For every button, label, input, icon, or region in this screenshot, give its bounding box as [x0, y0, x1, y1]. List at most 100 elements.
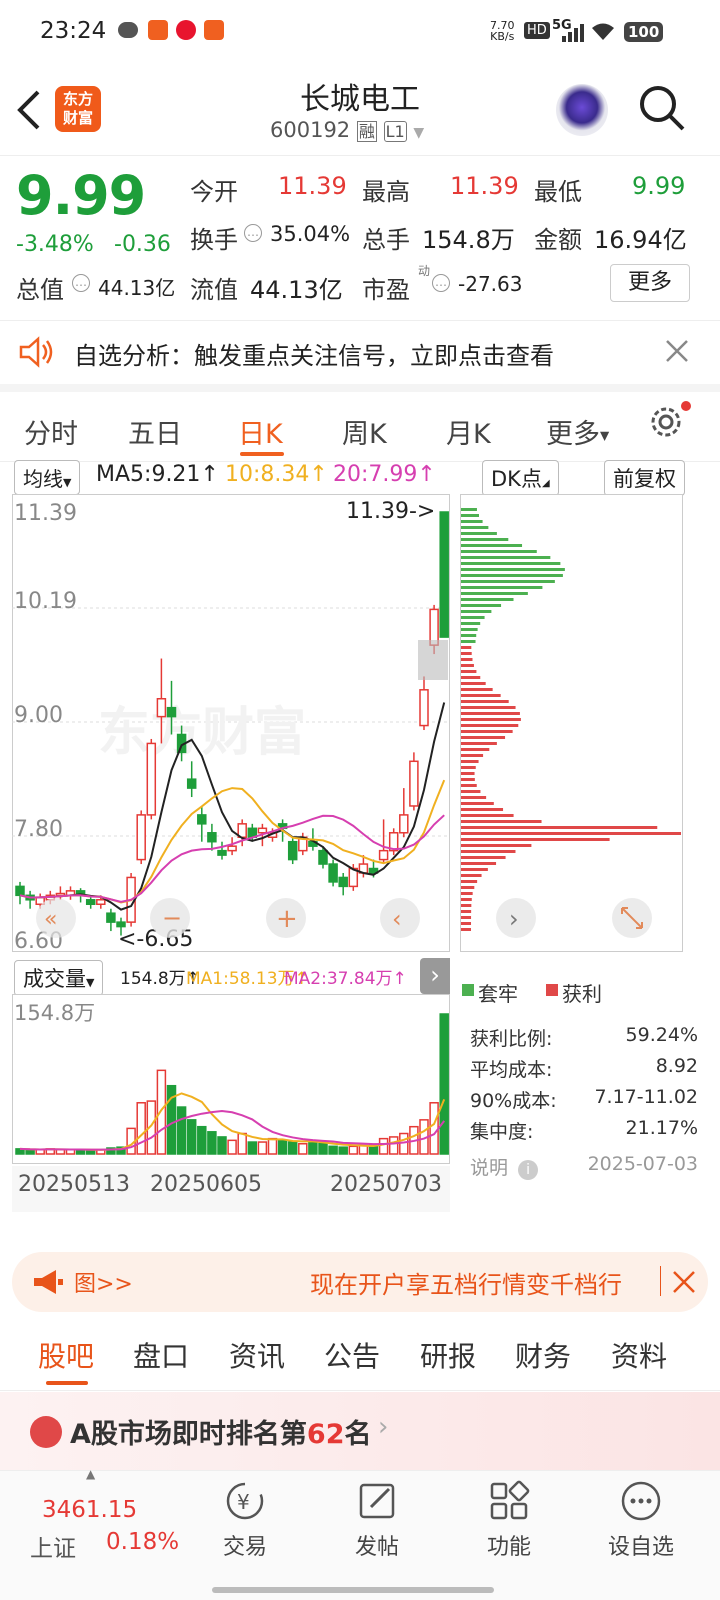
chip-bar — [461, 760, 479, 763]
volume-bar — [338, 1146, 348, 1155]
chip-bar — [461, 700, 509, 703]
chip-bar — [461, 778, 475, 781]
chip-bar — [461, 676, 481, 679]
chip-bar — [461, 772, 475, 775]
quote-panel: 9.99 -3.48% -0.36 今开 11.39 最高 11.39 最低 9… — [0, 156, 720, 321]
indicator-select[interactable]: 成交量▼ — [14, 960, 104, 996]
volume-bar — [207, 1131, 217, 1155]
volume-chart[interactable]: 154.8万 — [12, 994, 450, 1164]
svg-text:¥: ¥ — [237, 1490, 250, 1514]
candlestick-chart[interactable]: 东方财富 11.39 10.19 9.00 7.80 6.60 11.39-> … — [12, 494, 450, 952]
search-icon[interactable] — [638, 84, 686, 132]
chip-bar — [461, 514, 479, 517]
change-pct: -3.48% — [16, 232, 94, 257]
video-app-icon — [176, 20, 196, 40]
chip-bar — [461, 580, 555, 583]
tab-financials[interactable]: 财务 — [515, 1335, 571, 1375]
tab-reports[interactable]: 研报 — [420, 1335, 476, 1375]
analysis-notice[interactable]: 自选分析：触发重点关注信号，立即点击查看 — [0, 322, 720, 392]
status-bar: 23:24 7.70 KB/s HD 5G 100 — [0, 0, 720, 64]
candle-body — [318, 849, 328, 865]
tab-daily-k[interactable]: 日K — [238, 412, 283, 451]
info-icon[interactable]: … — [432, 274, 450, 292]
candle-body — [429, 608, 439, 646]
nav-trade[interactable]: ¥ 交易 — [190, 1479, 300, 1561]
tab-news[interactable]: 资讯 — [229, 1335, 285, 1375]
tab-orderbook[interactable]: 盘口 — [133, 1335, 189, 1375]
chip-date: 2025-07-03 — [587, 1153, 698, 1175]
banner-link: 图>> — [74, 1272, 133, 1297]
ma-select[interactable]: 均线▼ — [14, 460, 81, 495]
nav-post[interactable]: 发帖 — [322, 1479, 432, 1561]
home-indicator[interactable] — [212, 1587, 494, 1593]
tab-announcements[interactable]: 公告 — [324, 1335, 380, 1375]
margin-tag: 融 — [356, 121, 377, 142]
rank-banner[interactable]: A股市场即时排名第62名 › — [0, 1392, 720, 1470]
open-value: 11.39 — [278, 172, 347, 200]
trapped-legend: 套牢 — [478, 982, 518, 1006]
close-icon[interactable] — [664, 338, 690, 364]
ma20-value: 20:7.99↑ — [333, 462, 436, 487]
candle-body — [409, 760, 419, 807]
wechat-icon — [118, 22, 138, 38]
change-amt: -0.36 — [114, 232, 171, 257]
volume-label: 总手 — [362, 226, 410, 254]
volume-max-label: 154.8万 — [14, 1001, 95, 1025]
turnover-value: 35.04% — [270, 222, 351, 246]
stock-code-row[interactable]: 600192 融 L1 ▼ — [270, 118, 470, 142]
expand-indicator-button[interactable]: › — [420, 958, 450, 994]
chip-bar — [461, 784, 477, 787]
date-axis: 20250513 20250605 20250703 — [12, 1166, 450, 1212]
chip-note-row[interactable]: 说明 i 2025-07-03 — [470, 1153, 698, 1180]
tab-forum[interactable]: 股吧 — [38, 1335, 94, 1375]
signal-bars-icon — [562, 24, 584, 42]
close-icon[interactable] — [672, 1270, 696, 1294]
chip-bar — [461, 826, 658, 829]
info-icon[interactable]: … — [72, 274, 90, 292]
watermark: 东方财富 — [98, 703, 306, 763]
tab-intraday[interactable]: 分时 — [24, 412, 78, 451]
chip-bar — [461, 544, 523, 547]
candle-body — [96, 899, 106, 906]
chip-bar — [461, 718, 521, 721]
nav-add-watchlist[interactable]: 设自选 — [586, 1479, 696, 1561]
promo-banner[interactable]: 图>> 现在开户享五档行情变千档行 — [12, 1252, 708, 1312]
volume-bar — [176, 1106, 187, 1155]
tick-label: 11.39 — [14, 501, 77, 526]
chip-bar — [461, 604, 502, 607]
date-label: 20250703 — [330, 1172, 442, 1197]
adjust-button[interactable]: 前复权 — [604, 460, 685, 496]
volume-bar — [136, 1102, 146, 1155]
chip-bar — [461, 796, 487, 799]
nav-functions[interactable]: 功能 — [454, 1479, 564, 1561]
chip-bar — [461, 832, 681, 835]
volume-value: 154.8万 — [422, 226, 515, 254]
stock-header: 东方 财富 长城电工 600192 融 L1 ▼ — [0, 64, 720, 156]
chip-bar — [461, 556, 551, 559]
current-price: 9.99 — [16, 164, 146, 227]
volume-bar — [298, 1143, 308, 1155]
chart-badge-icon — [30, 1416, 62, 1448]
settings-icon[interactable] — [646, 400, 694, 444]
tab-monthly-k[interactable]: 月K — [446, 412, 491, 451]
tab-profile[interactable]: 资料 — [611, 1335, 667, 1375]
dk-points-button[interactable]: DK点◢ — [482, 460, 559, 496]
volume-bar — [429, 1102, 439, 1155]
pe-value: -27.63 — [458, 272, 523, 296]
chip-distribution-chart[interactable]: › — [460, 494, 684, 952]
more-button[interactable]: 更多 — [610, 264, 690, 302]
info-icon[interactable]: … — [244, 224, 262, 242]
chip-bar — [461, 862, 497, 865]
chip-bar — [461, 898, 472, 901]
trapped-legend-swatch — [462, 984, 474, 996]
tab-five-day[interactable]: 五日 — [128, 412, 182, 451]
chip-bar — [461, 928, 472, 931]
assistant-avatar[interactable] — [556, 84, 608, 136]
caret-up-icon: ▲ — [86, 1467, 96, 1481]
profit-legend-swatch — [546, 984, 558, 996]
tab-more[interactable]: 更多▼ — [546, 412, 609, 451]
tab-weekly-k[interactable]: 周K — [342, 412, 387, 451]
candle-body — [399, 814, 409, 834]
index-ticker[interactable]: ▲ 3461.15 上证 0.18% — [30, 1467, 179, 1577]
chip-bar — [461, 742, 497, 745]
